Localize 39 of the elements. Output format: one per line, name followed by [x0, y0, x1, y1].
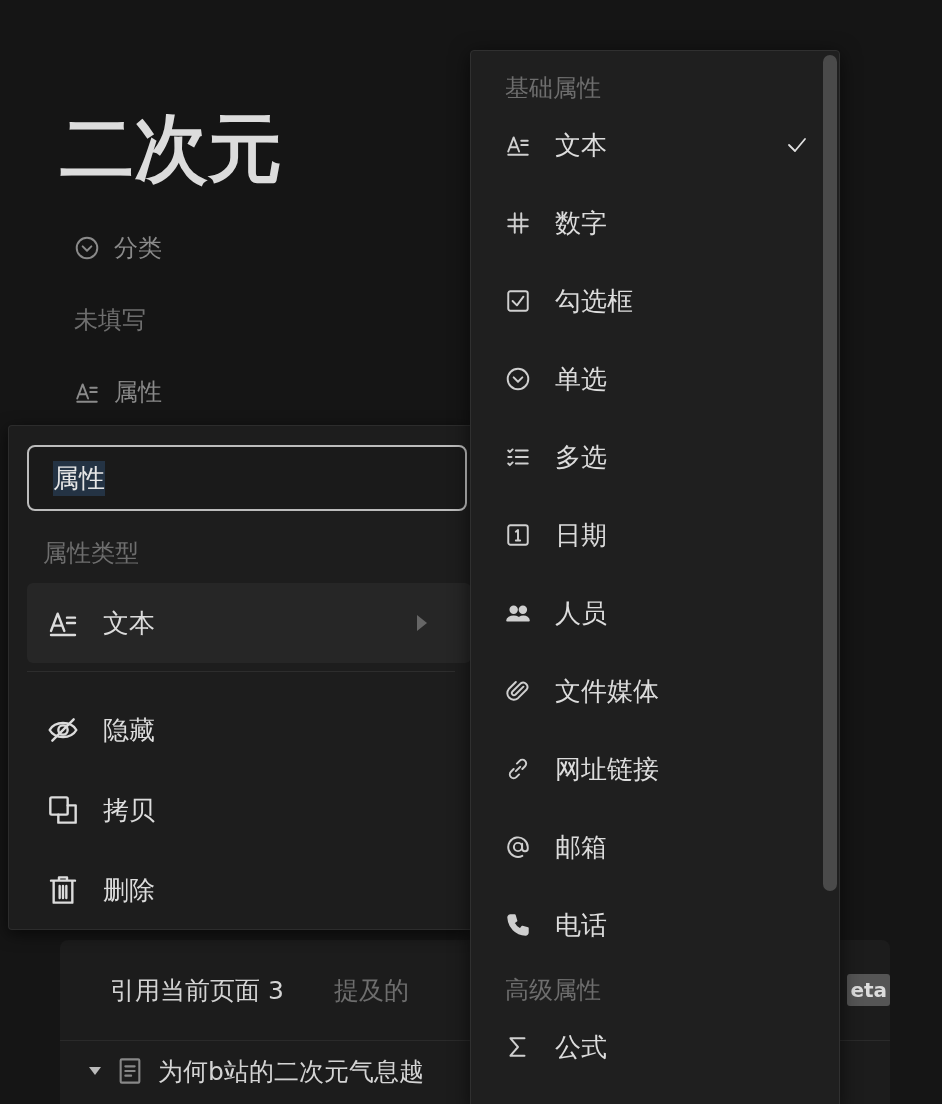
menu-item[interactable]: 隐藏 [47, 710, 155, 750]
type-option[interactable]: 文件媒体 [505, 651, 809, 731]
section-label: 高级属性 [505, 975, 601, 1006]
phone-icon [505, 912, 531, 938]
trash-icon [47, 874, 79, 906]
copy-icon [47, 794, 79, 826]
hash-icon [505, 210, 531, 236]
type-option[interactable]: 邮箱 [505, 807, 809, 887]
calendar-icon [505, 522, 531, 548]
menu-item[interactable]: 删除 [47, 870, 155, 910]
type-option[interactable]: 电话 [505, 885, 809, 965]
type-option[interactable]: 勾选框 [505, 261, 809, 341]
chevron-circle-icon [74, 235, 100, 261]
type-option[interactable]: 单选 [505, 339, 809, 419]
type-option[interactable]: 多选 [505, 417, 809, 497]
name-field[interactable]: 属性 [27, 445, 467, 511]
property-value[interactable]: 未填写 [74, 300, 146, 340]
page-title: 二次元 [60, 104, 282, 193]
section-label: 属性类型 [43, 538, 139, 569]
type-option[interactable]: 日期 [505, 495, 809, 575]
paperclip-icon [505, 678, 531, 704]
section-label: 基础属性 [505, 73, 601, 104]
property-type-item[interactable]: 文本 [27, 583, 471, 663]
checkbox-icon [505, 288, 531, 314]
page-link[interactable]: 为何b站的二次元气息越 [158, 1054, 424, 1088]
caret-icon [417, 615, 427, 631]
tab[interactable]: 引用当前页面 3 [110, 973, 284, 1007]
menu-item[interactable]: 拷贝 [47, 790, 155, 830]
property-name[interactable]: 分类 [114, 232, 162, 264]
type-option[interactable]: 人员 [505, 573, 809, 653]
type-option[interactable]: 数字 [505, 183, 809, 263]
type-option[interactable]: 网址链接 [505, 729, 809, 809]
type-option[interactable]: 文本 [505, 105, 809, 185]
at-sign-icon [505, 834, 531, 860]
scrollbar[interactable] [823, 55, 837, 891]
chevron-circle-icon [505, 366, 531, 392]
property-name[interactable]: 属性 [114, 376, 162, 408]
badge: eta [847, 974, 890, 1006]
type-option[interactable]: 公式 [505, 1007, 809, 1087]
